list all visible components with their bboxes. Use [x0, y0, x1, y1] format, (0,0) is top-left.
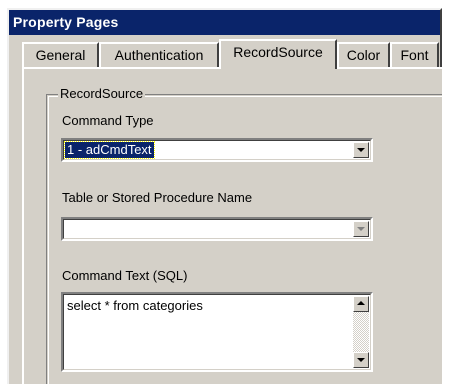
- tab-authentication-label: Authentication: [114, 47, 204, 63]
- combo-inner-border: [63, 219, 371, 239]
- command-text-label: Command Text (SQL): [62, 268, 188, 283]
- title-bar[interactable]: Property Pages: [9, 10, 440, 35]
- table-name-label: Table or Stored Procedure Name: [62, 190, 253, 205]
- tab-general[interactable]: General: [22, 42, 99, 67]
- chevron-down-icon: [357, 358, 365, 362]
- tab-color-label: Color: [346, 47, 381, 63]
- window-title: Property Pages: [13, 14, 119, 30]
- tab-recordsource[interactable]: RecordSource: [219, 39, 337, 69]
- chevron-down-icon: [357, 148, 365, 152]
- table-name-dropdown-button[interactable]: [353, 221, 369, 237]
- tab-general-label: General: [35, 47, 86, 63]
- groupbox-legend: RecordSource: [58, 86, 146, 101]
- tab-color[interactable]: Color: [337, 42, 390, 67]
- tab-font-label: Font: [400, 47, 429, 63]
- command-type-combo[interactable]: 1 - adCmdText: [61, 138, 373, 162]
- scroll-up-button[interactable]: [353, 296, 369, 312]
- chevron-down-icon: [357, 227, 365, 231]
- command-type-dropdown-button[interactable]: [353, 142, 369, 158]
- tab-recordsource-label: RecordSource: [233, 44, 323, 60]
- command-type-label: Command Type: [62, 113, 154, 128]
- scroll-down-button[interactable]: [353, 352, 369, 368]
- command-text-textarea[interactable]: select * from categories: [61, 292, 373, 372]
- command-text-value: select * from categories: [67, 298, 203, 313]
- tab-authentication[interactable]: Authentication: [99, 42, 219, 67]
- command-type-selected-value: 1 - adCmdText: [64, 141, 155, 159]
- table-name-combo[interactable]: [61, 217, 373, 241]
- vertical-scrollbar[interactable]: [353, 296, 369, 368]
- chevron-up-icon: [357, 301, 365, 305]
- tab-font[interactable]: Font: [390, 42, 439, 67]
